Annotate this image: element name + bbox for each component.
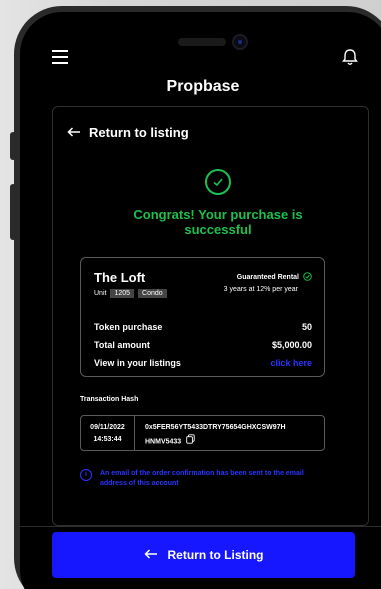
transaction-hash-value: 0x5FER56YT5433DTRY75654GHXCSW97H HNMV543… [135, 416, 324, 450]
return-to-listing-label: Return to listing [89, 125, 189, 140]
token-purchase-label: Token purchase [94, 322, 163, 332]
click-here-link[interactable]: click here [270, 358, 312, 368]
success-message-line1: Congrats! Your purchase is [133, 207, 303, 222]
purchase-confirmation-card: Return to listing Congrats! Your purchas… [52, 106, 369, 526]
transaction-hash-line2-row: HNMV5433 [145, 434, 324, 449]
guaranteed-rental-detail: 3 years at 12% per year [223, 286, 298, 293]
transaction-hash-line2: HNMV5433 [145, 438, 182, 446]
token-purchase-row: Token purchase 50 [94, 322, 312, 332]
view-listings-row: View in your listings click here [94, 358, 312, 368]
guaranteed-rental-badge: Guaranteed Rental [237, 272, 312, 283]
return-to-listing-link[interactable]: Return to listing [67, 125, 189, 140]
total-amount-row: Total amount $5,000.00 [94, 340, 312, 350]
total-amount-label: Total amount [94, 340, 150, 350]
success-message-line2: successful [184, 222, 252, 237]
footer-divider [20, 526, 381, 527]
guaranteed-rental-label: Guaranteed Rental [236, 274, 299, 281]
transaction-hash-box: 09/11/2022 14:53:44 0x5FER56YT5433DTRY75… [80, 415, 325, 451]
bell-icon[interactable] [342, 48, 358, 66]
token-purchase-value: 50 [301, 322, 312, 332]
transaction-date: 09/11/2022 [90, 424, 125, 431]
unit-number-chip: 1205 [110, 289, 135, 298]
phone-screen: Propbase Return to listing Congrats! You… [20, 12, 381, 589]
transaction-hash-line1: 0x5FER56YT5433DTRY75654GHXCSW97H [145, 424, 286, 431]
camera [232, 34, 248, 50]
info-icon: i [80, 469, 92, 481]
check-circle-icon [303, 272, 312, 283]
property-type-chip: Condo [138, 289, 167, 298]
property-name: The Loft [94, 270, 146, 285]
email-notice-text: An email of the order confirmation has b… [100, 470, 304, 487]
transaction-time: 14:53:44 [93, 436, 122, 443]
check-circle-icon [205, 169, 231, 195]
email-notice: i An email of the order confirmation has… [80, 469, 320, 489]
unit-label: Unit [94, 290, 107, 297]
hamburger-icon[interactable] [52, 50, 68, 64]
app-title: Propbase [166, 78, 240, 95]
view-listings-label: View in your listings [94, 358, 181, 368]
speaker-grille [178, 38, 226, 46]
success-message: Congrats! Your purchase is successful [93, 207, 343, 237]
transaction-datetime: 09/11/2022 14:53:44 [81, 416, 135, 450]
total-amount-value: $5,000.00 [271, 340, 312, 350]
return-to-listing-button[interactable]: Return to Listing [52, 532, 355, 578]
unit-info: Unit 1205 Condo [94, 289, 167, 298]
transaction-hash-label: Transaction Hash [80, 396, 139, 403]
property-summary: The Loft Unit 1205 Condo Guaranteed Rent… [80, 257, 325, 377]
arrow-left-icon [67, 125, 81, 140]
return-to-listing-button-label: Return to Listing [167, 548, 264, 562]
phone-frame: Propbase Return to listing Congrats! You… [14, 6, 381, 589]
copy-icon[interactable] [186, 434, 195, 449]
arrow-left-icon [143, 548, 158, 562]
